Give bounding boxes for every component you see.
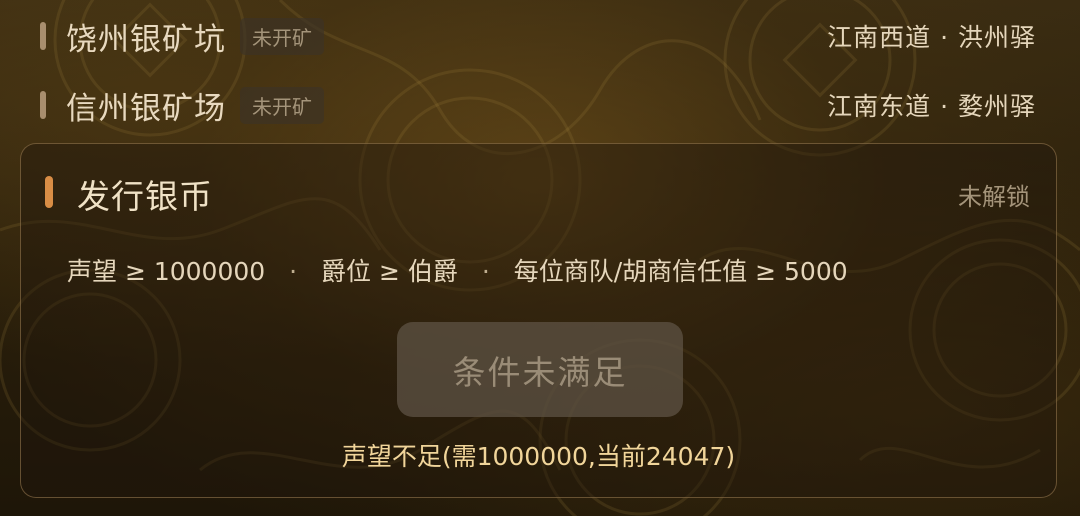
- requirement-trust: 每位商队/胡商信任值 ≥ 5000: [513, 257, 848, 286]
- panel-title: 发行银币: [77, 177, 213, 216]
- mine-name: 饶州银矿坑: [66, 21, 226, 58]
- mine-location: 江南西道 · 洪州驿: [827, 23, 1036, 52]
- requirement-rank: 爵位 ≥ 伯爵: [321, 257, 458, 286]
- requirements-line: 声望 ≥ 1000000 · 爵位 ≥ 伯爵 · 每位商队/胡商信任值 ≥ 50…: [67, 252, 848, 288]
- mine-row-raozhou[interactable]: 饶州银矿坑 未开矿 江南西道 · 洪州驿: [40, 14, 1036, 58]
- insufficient-reputation-warning: 声望不足(需1000000,当前24047): [341, 442, 736, 471]
- mine-location: 江南东道 · 婺州驿: [827, 92, 1036, 121]
- row-marker-bar: [40, 91, 46, 119]
- mine-status-badge: 未开矿: [240, 17, 324, 55]
- requirement-reputation: 声望 ≥ 1000000: [67, 257, 266, 286]
- row-marker-bar: [40, 22, 46, 50]
- lock-status: 未解锁: [958, 183, 1030, 211]
- requirement-separator: ·: [289, 257, 298, 286]
- requirement-separator: ·: [481, 257, 490, 286]
- panel-accent-bar: [45, 176, 53, 208]
- mine-status-badge: 未开矿: [240, 86, 324, 124]
- mint-coins-panel: 发行银币 未解锁 声望 ≥ 1000000 · 爵位 ≥ 伯爵 · 每位商队/胡…: [20, 143, 1057, 498]
- mine-row-xinzhou[interactable]: 信州银矿场 未开矿 江南东道 · 婺州驿: [40, 83, 1036, 127]
- mine-name: 信州银矿场: [66, 90, 226, 127]
- issue-coins-button[interactable]: 条件未满足: [397, 322, 683, 417]
